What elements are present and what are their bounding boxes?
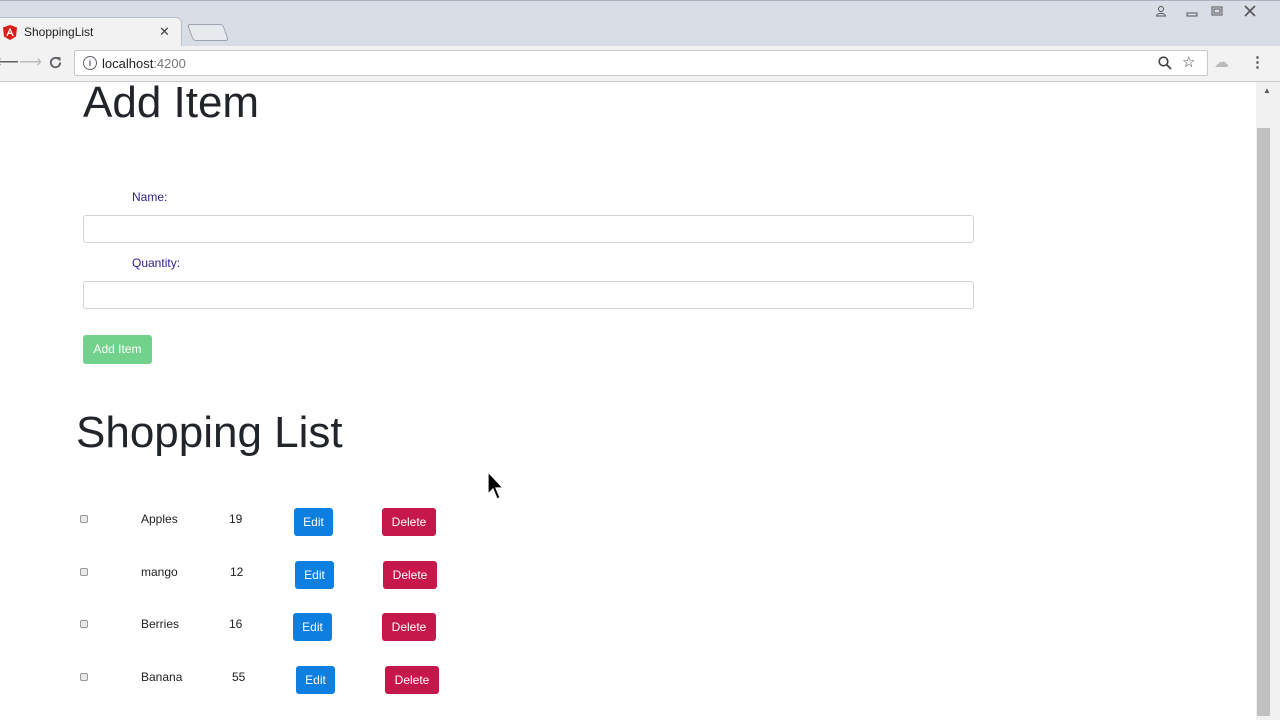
edit-button[interactable]: Edit bbox=[294, 508, 333, 536]
back-icon[interactable]: ⟵ bbox=[0, 54, 19, 72]
list-item: Berries 16 Edit Delete bbox=[0, 613, 600, 643]
scroll-up-icon[interactable]: ▲ bbox=[1263, 86, 1271, 95]
add-item-button[interactable]: Add Item bbox=[83, 335, 152, 364]
name-input[interactable] bbox=[83, 215, 974, 243]
item-name: Berries bbox=[141, 617, 180, 631]
edit-button[interactable]: Edit bbox=[295, 561, 334, 589]
delete-button[interactable]: Delete bbox=[382, 508, 436, 536]
close-window-icon[interactable] bbox=[1240, 3, 1260, 19]
quantity-input[interactable] bbox=[83, 281, 974, 309]
close-tab-icon[interactable]: ✕ bbox=[159, 24, 170, 40]
restore-icon[interactable] bbox=[1207, 3, 1227, 19]
item-checkbox[interactable] bbox=[80, 673, 88, 681]
reload-icon[interactable] bbox=[48, 55, 63, 70]
item-name: Apples bbox=[141, 512, 178, 526]
info-icon[interactable]: i bbox=[83, 56, 97, 70]
minimize-icon[interactable] bbox=[1182, 3, 1202, 19]
extension-icon[interactable]: ☁ bbox=[1214, 54, 1229, 72]
edit-button[interactable]: Edit bbox=[296, 666, 335, 694]
edit-button[interactable]: Edit bbox=[293, 613, 332, 641]
name-label: Name: bbox=[132, 190, 168, 204]
menu-icon[interactable]: ⋮ bbox=[1250, 54, 1265, 72]
tab-title: ShoppingList bbox=[24, 25, 94, 39]
browser-tab[interactable]: ShoppingList ✕ bbox=[0, 17, 182, 47]
item-checkbox[interactable] bbox=[80, 515, 88, 523]
delete-button[interactable]: Delete bbox=[385, 666, 439, 694]
item-name: Banana bbox=[141, 670, 183, 684]
item-name: mango bbox=[141, 565, 178, 579]
item-quantity: 16 bbox=[229, 617, 243, 631]
new-tab-button[interactable] bbox=[186, 24, 230, 41]
delete-button[interactable]: Delete bbox=[382, 613, 436, 641]
page-scrollbar[interactable]: ▲ bbox=[1256, 82, 1280, 720]
profile-icon[interactable] bbox=[1151, 3, 1171, 19]
mouse-cursor-icon bbox=[487, 471, 505, 500]
zoom-icon[interactable] bbox=[1158, 56, 1172, 70]
item-quantity: 19 bbox=[229, 512, 243, 526]
angular-icon bbox=[3, 25, 17, 40]
page-viewport: Add Item Name: Quantity: Add Item Shoppi… bbox=[0, 82, 1256, 720]
quantity-label: Quantity: bbox=[132, 256, 181, 270]
list-item: Banana 55 Edit Delete bbox=[0, 666, 600, 696]
star-icon[interactable]: ☆ bbox=[1182, 54, 1195, 72]
add-item-heading: Add Item bbox=[83, 82, 260, 127]
browser-titlebar: ShoppingList ✕ bbox=[0, 0, 1280, 47]
forward-icon[interactable]: ⟶ bbox=[19, 54, 42, 72]
list-item: Apples 19 Edit Delete bbox=[0, 508, 600, 538]
scroll-thumb[interactable] bbox=[1257, 128, 1270, 716]
browser-toolbar: ⟵ ⟶ i localhost:4200 ☆ ☁ ⋮ bbox=[0, 46, 1280, 82]
address-bar[interactable]: i localhost:4200 ☆ bbox=[74, 50, 1208, 76]
item-quantity: 55 bbox=[232, 670, 246, 684]
list-item: mango 12 Edit Delete bbox=[0, 561, 600, 591]
url-text: localhost:4200 bbox=[102, 56, 186, 71]
shopping-list-heading: Shopping List bbox=[76, 408, 343, 457]
item-checkbox[interactable] bbox=[80, 620, 88, 628]
item-checkbox[interactable] bbox=[80, 568, 88, 576]
item-quantity: 12 bbox=[230, 565, 244, 579]
delete-button[interactable]: Delete bbox=[383, 561, 437, 589]
